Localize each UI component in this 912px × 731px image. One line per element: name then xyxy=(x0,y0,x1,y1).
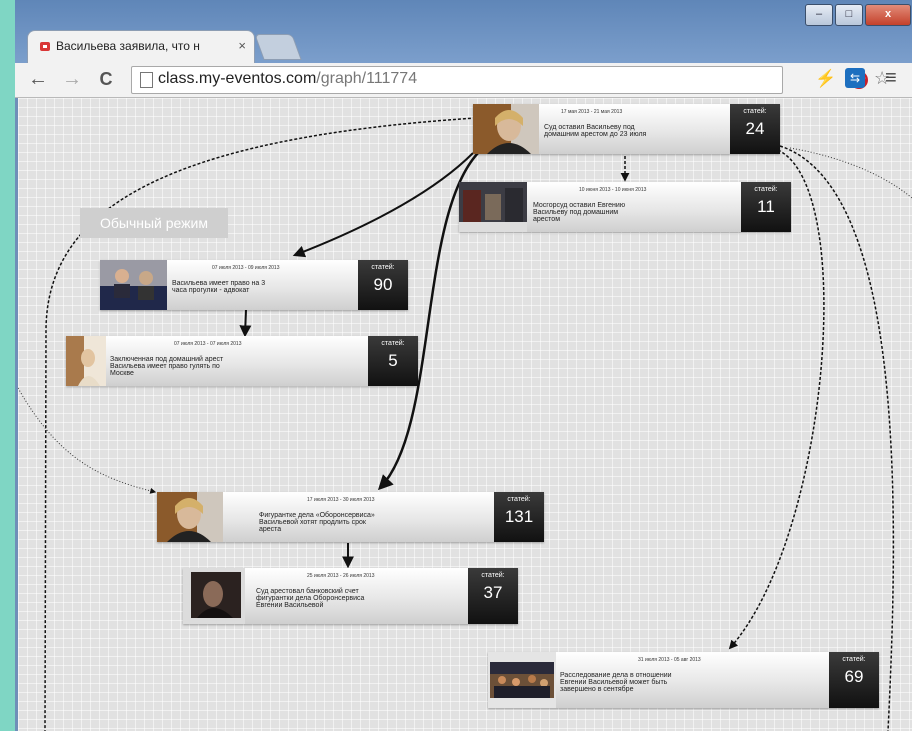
normal-mode-button[interactable]: Обычный режим xyxy=(80,208,228,238)
address-bar[interactable]: class.my-eventos.com/graph/111774 ABP ☆ xyxy=(131,66,890,94)
count-label: статей: xyxy=(754,186,778,193)
minimize-button[interactable]: – xyxy=(805,4,833,26)
event-title: Фигурантке дела «Оборонсервиса» Васильев… xyxy=(259,512,375,533)
page-icon xyxy=(140,72,153,88)
maximize-button[interactable]: □ xyxy=(835,4,863,26)
event-date: 31 июля 2013 - 05 авг 2013 xyxy=(638,657,701,663)
event-date: 07 июля 2013 - 09 июля 2013 xyxy=(212,265,280,271)
event-node[interactable]: 17 июля 2013 - 30 июля 2013 Фигурантке д… xyxy=(157,492,544,542)
browser-toolbar: ← → C class.my-eventos.com/graph/111774 … xyxy=(15,63,912,98)
url-host: class.my-eventos.com xyxy=(158,70,317,87)
event-node[interactable]: 25 июля 2013 - 26 июля 2013 Суд арестова… xyxy=(183,568,518,624)
event-date: 07 июля 2013 - 07 июля 2013 xyxy=(174,341,242,347)
event-photo xyxy=(183,568,245,624)
event-title: Расследование дела в отношении Евгении В… xyxy=(560,672,672,693)
event-title: Суд арестовал банковский счет фигурантки… xyxy=(256,588,365,609)
event-date: 17 июля 2013 - 30 июля 2013 xyxy=(307,497,375,503)
count-box: статей: 69 xyxy=(829,652,879,708)
forward-button[interactable]: → xyxy=(61,68,83,90)
event-node[interactable]: 31 июля 2013 - 05 авг 2013 Расследование… xyxy=(488,652,879,708)
event-title: Васильева имеет право на 3 часа прогулки… xyxy=(172,280,266,294)
event-photo xyxy=(100,260,167,310)
graph-canvas: Обычный режим 17 мая 2013 - 21 мая 2013 … xyxy=(18,98,912,731)
edge-dotted xyxy=(18,387,157,494)
count-box: статей: 90 xyxy=(358,260,408,310)
article-count: 11 xyxy=(757,197,775,216)
event-node[interactable]: 10 июня 2013 - 10 июня 2013 Мосгорсуд ос… xyxy=(459,182,791,232)
event-photo xyxy=(488,652,556,708)
event-title: Мосгорсуд оставил Евгению Васильеву под … xyxy=(533,202,626,223)
article-count: 5 xyxy=(388,351,398,370)
tab-title: Васильева заявила, что н xyxy=(56,39,200,53)
close-window-button[interactable]: x xyxy=(865,4,911,26)
article-count: 37 xyxy=(483,583,503,602)
event-date: 25 июля 2013 - 26 июля 2013 xyxy=(307,573,375,579)
count-label: статей: xyxy=(371,264,395,271)
count-label: статей: xyxy=(381,340,405,347)
url-path: /graph/111774 xyxy=(316,70,418,87)
chrome-menu-icon[interactable]: ≡ xyxy=(885,67,897,90)
article-count: 24 xyxy=(745,119,765,138)
reload-button[interactable]: C xyxy=(95,68,117,90)
lightning-extension-icon[interactable]: ⚡ xyxy=(815,69,836,89)
count-box: статей: 11 xyxy=(741,182,791,232)
event-date: 17 мая 2013 - 21 мая 2013 xyxy=(561,109,623,115)
tab-active[interactable]: Васильева заявила, что н × xyxy=(27,30,255,64)
event-node[interactable]: 07 июля 2013 - 07 июля 2013 Заключенная … xyxy=(66,336,418,386)
event-photo xyxy=(157,492,223,542)
event-photo xyxy=(473,104,539,154)
event-title: Заключенная под домашний арест Васильева… xyxy=(110,356,224,377)
event-date: 10 июня 2013 - 10 июня 2013 xyxy=(579,187,647,193)
url-text[interactable]: class.my-eventos.com/graph/111774 xyxy=(158,70,417,88)
browser-window: Васильева заявила, что н × – □ x ← → C c… xyxy=(15,0,912,731)
count-label: статей: xyxy=(481,572,505,579)
new-tab-button[interactable] xyxy=(254,34,302,60)
translate-extension-icon[interactable]: ⇆ xyxy=(845,68,865,88)
article-count: 90 xyxy=(373,275,393,294)
count-box: статей: 24 xyxy=(730,104,780,154)
youtube-favicon-icon xyxy=(40,42,50,51)
event-node[interactable]: 17 мая 2013 - 21 мая 2013 Суд оставил Ва… xyxy=(473,104,780,154)
edge-solid xyxy=(292,152,474,258)
edge-dashed xyxy=(779,145,895,731)
title-bar: Васильева заявила, что н × – □ x xyxy=(15,0,912,64)
tab-close-icon[interactable]: × xyxy=(238,38,246,53)
count-label: статей: xyxy=(507,496,531,503)
back-button[interactable]: ← xyxy=(27,68,49,90)
event-node[interactable]: 07 июля 2013 - 09 июля 2013 Васильева им… xyxy=(100,260,408,310)
event-photo xyxy=(66,336,106,386)
count-label: статей: xyxy=(743,108,767,115)
edge-solid xyxy=(239,309,252,338)
count-box: статей: 5 xyxy=(368,336,418,386)
event-title: Суд оставил Васильеву под домашним арест… xyxy=(544,124,647,138)
article-count: 131 xyxy=(504,507,534,526)
count-box: статей: 37 xyxy=(468,568,518,624)
event-photo xyxy=(459,182,527,232)
count-box: статей: 131 xyxy=(494,492,544,542)
count-label: статей: xyxy=(842,656,866,663)
article-count: 69 xyxy=(844,667,864,686)
